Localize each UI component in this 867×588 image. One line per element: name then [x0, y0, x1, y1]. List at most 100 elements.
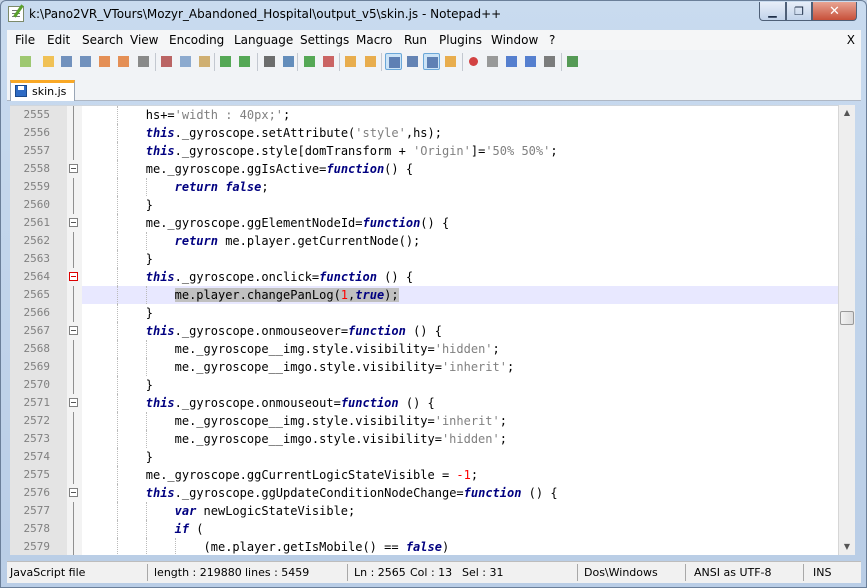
code-line[interactable]: 2558 me._gyroscope.ggIsActive=function() …: [10, 160, 838, 178]
menu-encoding[interactable]: Encoding: [169, 33, 224, 47]
code-line[interactable]: 2556 this._gyroscope.setAttribute('style'…: [10, 124, 838, 142]
code-line[interactable]: 2571 this._gyroscope.onmouseout=function …: [10, 394, 838, 412]
code-area[interactable]: hs+='width : 40px;';: [82, 106, 838, 124]
code-area[interactable]: if (: [82, 520, 838, 538]
zoom-out-icon[interactable]: [320, 53, 337, 70]
code-line[interactable]: 2562 return me.player.getCurrentNode();: [10, 232, 838, 250]
save-icon[interactable]: [58, 53, 75, 70]
scroll-thumb[interactable]: [840, 311, 854, 325]
menu-help[interactable]: ?: [549, 33, 555, 47]
scroll-up-icon[interactable]: ▲: [839, 105, 855, 121]
fold-toggle-icon[interactable]: [69, 326, 78, 335]
code-area[interactable]: me._gyroscope.ggIsActive=function() {: [82, 160, 838, 178]
code-editor[interactable]: 2555 hs+='width : 40px;'; 2556 this._gyrosc…: [10, 105, 838, 555]
copy-icon[interactable]: [177, 53, 194, 70]
maximize-button[interactable]: ❐: [786, 2, 812, 21]
scroll-down-icon[interactable]: ▼: [839, 539, 855, 555]
code-area[interactable]: me._gyroscope__img.style.visibility='inh…: [82, 412, 838, 430]
code-area[interactable]: this._gyroscope.style[domTransform + 'Or…: [82, 142, 838, 160]
menu-search[interactable]: Search: [82, 33, 123, 47]
code-area[interactable]: }: [82, 376, 838, 394]
code-line[interactable]: 2566}: [10, 304, 838, 322]
code-line[interactable]: 2555 hs+='width : 40px;';: [10, 106, 838, 124]
code-area[interactable]: return me.player.getCurrentNode();: [82, 232, 838, 250]
zoom-in-icon[interactable]: [301, 53, 318, 70]
stop-macro-icon[interactable]: [484, 53, 501, 70]
close-document-button[interactable]: X: [847, 33, 855, 47]
menu-language[interactable]: Language: [234, 33, 293, 47]
code-area[interactable]: this._gyroscope.ggUpdateConditionNodeCha…: [82, 484, 838, 502]
run-macro-multiple-icon[interactable]: [522, 53, 539, 70]
menu-macro[interactable]: Macro: [356, 33, 392, 47]
save-macro-icon[interactable]: [541, 53, 558, 70]
find-icon[interactable]: [261, 53, 278, 70]
print-icon[interactable]: [135, 53, 152, 70]
code-area[interactable]: this._gyroscope.onmouseout=function () {: [82, 394, 838, 412]
fold-toggle-icon[interactable]: [69, 398, 78, 407]
menu-edit[interactable]: Edit: [47, 33, 70, 47]
code-area[interactable]: }: [82, 448, 838, 466]
code-line[interactable]: 2557 this._gyroscope.style[domTransform +…: [10, 142, 838, 160]
code-area[interactable]: this._gyroscope.setAttribute('style',hs)…: [82, 124, 838, 142]
code-line[interactable]: 2569 me._gyroscope__imgo.style.visibility…: [10, 358, 838, 376]
code-line[interactable]: 2568 me._gyroscope__img.style.visibility=…: [10, 340, 838, 358]
save-all-icon[interactable]: [77, 53, 94, 70]
spellcheck-icon[interactable]: [564, 53, 581, 70]
code-line[interactable]: 2576 this._gyroscope.ggUpdateConditionNod…: [10, 484, 838, 502]
indent-guide-icon[interactable]: [423, 53, 440, 70]
code-area[interactable]: this._gyroscope.onclick=function () {: [82, 268, 838, 286]
open-file-icon[interactable]: [40, 53, 57, 70]
code-line[interactable]: 2567 this._gyroscope.onmouseover=function…: [10, 322, 838, 340]
code-line[interactable]: 2575 me._gyroscope.ggCurrentLogicStateVis…: [10, 466, 838, 484]
close-button[interactable]: ✕: [812, 2, 857, 21]
code-line[interactable]: 2563}: [10, 250, 838, 268]
title-bar[interactable]: k:\Pano2VR_VTours\Mozyr_Abandoned_Hospit…: [1, 1, 866, 29]
code-line[interactable]: 2570}: [10, 376, 838, 394]
code-area[interactable]: me._gyroscope.ggElementNodeId=function()…: [82, 214, 838, 232]
vertical-scrollbar[interactable]: ▲ ▼: [838, 105, 855, 555]
minimize-button[interactable]: ▁: [759, 2, 786, 21]
code-area[interactable]: this._gyroscope.onmouseover=function () …: [82, 322, 838, 340]
fold-toggle-icon[interactable]: [69, 272, 78, 281]
code-line[interactable]: 2561 me._gyroscope.ggElementNodeId=functi…: [10, 214, 838, 232]
code-area[interactable]: me._gyroscope__imgo.style.visibility='hi…: [82, 430, 838, 448]
cut-icon[interactable]: [158, 53, 175, 70]
code-area[interactable]: }: [82, 304, 838, 322]
menu-settings[interactable]: Settings: [300, 33, 349, 47]
replace-icon[interactable]: [280, 53, 297, 70]
new-file-icon[interactable]: [17, 53, 34, 70]
menu-plugins[interactable]: Plugins: [439, 33, 482, 47]
code-line[interactable]: 2560}: [10, 196, 838, 214]
code-area[interactable]: return false;: [82, 178, 838, 196]
record-macro-icon[interactable]: [465, 53, 482, 70]
code-area[interactable]: me._gyroscope.ggCurrentLogicStateVisible…: [82, 466, 838, 484]
sync-vertical-icon[interactable]: [342, 53, 359, 70]
code-line[interactable]: 2579 (me.player.getIsMobile() == false): [10, 538, 838, 555]
code-area[interactable]: var newLogicStateVisible;: [82, 502, 838, 520]
user-lang-icon[interactable]: [442, 53, 459, 70]
code-line[interactable]: 2565 me.player.changePanLog(1,true);: [10, 286, 838, 304]
code-line[interactable]: 2564 this._gyroscope.onclick=function () …: [10, 268, 838, 286]
menu-file[interactable]: File: [15, 33, 35, 47]
show-all-chars-icon[interactable]: [404, 53, 421, 70]
paste-icon[interactable]: [196, 53, 213, 70]
code-area[interactable]: me._gyroscope__imgo.style.visibility='in…: [82, 358, 838, 376]
menu-view[interactable]: View: [130, 33, 158, 47]
sync-horizontal-icon[interactable]: [362, 53, 379, 70]
code-area[interactable]: me.player.changePanLog(1,true);: [82, 286, 838, 304]
close-all-icon[interactable]: [115, 53, 132, 70]
code-line[interactable]: 2573 me._gyroscope__imgo.style.visibility…: [10, 430, 838, 448]
tab-skin-js[interactable]: skin.js: [10, 80, 75, 101]
code-line[interactable]: 2577 var newLogicStateVisible;: [10, 502, 838, 520]
close-icon[interactable]: [96, 53, 113, 70]
play-macro-icon[interactable]: [503, 53, 520, 70]
word-wrap-icon[interactable]: [385, 53, 402, 70]
code-area[interactable]: (me.player.getIsMobile() == false): [82, 538, 838, 555]
code-area[interactable]: }: [82, 196, 838, 214]
code-line[interactable]: 2578 if (: [10, 520, 838, 538]
code-line[interactable]: 2574}: [10, 448, 838, 466]
redo-icon[interactable]: [236, 53, 253, 70]
menu-window[interactable]: Window: [491, 33, 538, 47]
menu-run[interactable]: Run: [404, 33, 427, 47]
code-line[interactable]: 2559 return false;: [10, 178, 838, 196]
